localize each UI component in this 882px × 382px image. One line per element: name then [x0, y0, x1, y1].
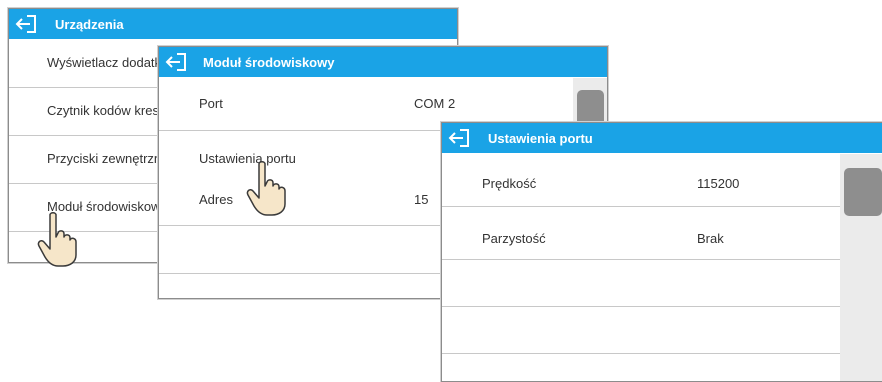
setting-value: 115200 [697, 176, 740, 191]
back-arrow-icon [15, 15, 36, 33]
setting-label: Port [199, 96, 223, 111]
empty-row [442, 307, 840, 354]
environment-module-titlebar: Moduł środowiskowy [159, 47, 607, 77]
hand-pointer-icon [37, 212, 77, 267]
setting-value: COM 2 [414, 96, 456, 111]
port-settings-titlebar: Ustawienia portu [442, 123, 882, 153]
setting-value: 15 [414, 192, 429, 207]
setting-row-speed[interactable]: Prędkość 115200 [442, 154, 840, 207]
environment-module-title: Moduł środowiskowy [203, 54, 335, 70]
empty-row [442, 260, 840, 307]
setting-label: Prędkość [482, 176, 537, 191]
port-settings-title: Ustawienia portu [488, 130, 593, 146]
list-item-label: Przyciski zewnętrzne [47, 151, 169, 166]
port-settings-scrollbar[interactable] [840, 154, 882, 381]
port-settings-window: Ustawienia portu Prędkość 115200 Parzyst… [441, 122, 882, 382]
setting-row-parity[interactable]: Parzystość Brak [442, 207, 840, 260]
setting-label: Adres [199, 192, 233, 207]
scroll-thumb[interactable] [844, 168, 882, 216]
back-arrow-icon [165, 53, 186, 71]
devices-back-button[interactable] [9, 9, 45, 39]
devices-titlebar: Urządzenia [9, 9, 457, 39]
devices-title: Urządzenia [55, 16, 124, 32]
setting-value: Brak [697, 231, 724, 246]
port-settings-back-button[interactable] [442, 123, 478, 153]
back-arrow-icon [448, 129, 469, 147]
setting-label: Parzystość [482, 231, 546, 246]
environment-module-back-button[interactable] [159, 47, 195, 77]
hand-pointer-icon [246, 161, 286, 216]
